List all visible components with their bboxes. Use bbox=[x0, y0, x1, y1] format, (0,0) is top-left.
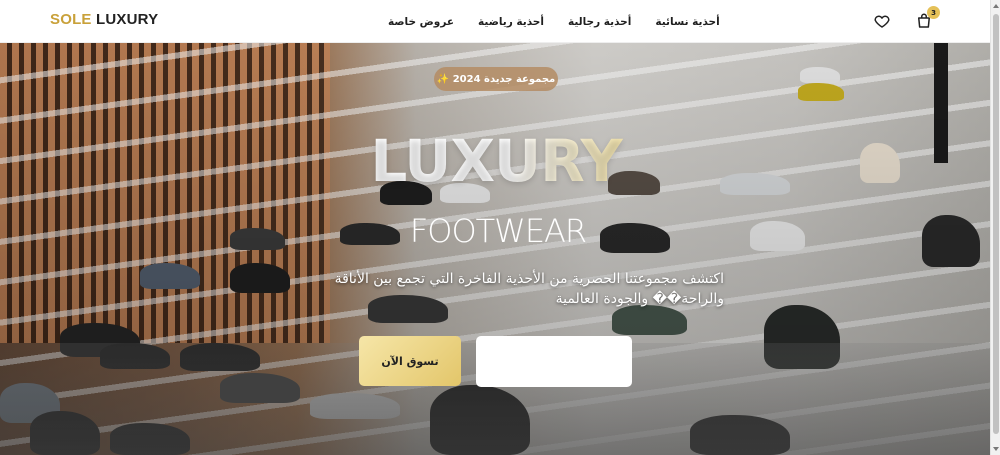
nav-icons: 3 bbox=[873, 6, 940, 30]
scrollbar-thumb[interactable] bbox=[993, 14, 999, 434]
hero-subtitle: FOOTWEAR bbox=[409, 212, 587, 250]
hero-title: LUXURY bbox=[360, 129, 632, 193]
nav-link-women[interactable]: أحذية نسائية bbox=[655, 16, 719, 28]
shop-now-button[interactable]: تسوق الآن bbox=[359, 336, 461, 386]
logo[interactable]: SOLE LUXURY bbox=[50, 11, 158, 28]
logo-part-luxury: LUXURY bbox=[91, 11, 159, 28]
new-collection-badge: مجموعة جديدة 2024 ✨ bbox=[434, 67, 558, 91]
page-scrollbar[interactable] bbox=[990, 0, 1000, 455]
hero-description: اكتشف مجموعتنا الحصرية من الأحذية الفاخر… bbox=[334, 271, 724, 307]
nav-link-offers[interactable]: عروض خاصة bbox=[388, 16, 454, 28]
cart-button[interactable]: 3 bbox=[915, 6, 940, 30]
nav-links: عروض خاصة أحذية رياضية أحذية رجالية أحذي… bbox=[388, 0, 720, 43]
scroll-down-arrow-icon[interactable] bbox=[993, 447, 999, 451]
logo-part-sole: SOLE bbox=[50, 11, 92, 28]
nav-link-sports[interactable]: أحذية رياضية bbox=[478, 16, 544, 28]
hero-section: مجموعة جديدة 2024 ✨ LUXURY FOOTWEAR اكتش… bbox=[0, 43, 990, 455]
secondary-button[interactable] bbox=[476, 336, 632, 387]
nav-link-men[interactable]: أحذية رجالية bbox=[568, 16, 631, 28]
heart-icon[interactable] bbox=[873, 12, 891, 30]
navbar: SOLE LUXURY عروض خاصة أحذية رياضية أحذية… bbox=[0, 0, 990, 43]
scroll-up-arrow-icon[interactable] bbox=[993, 4, 999, 8]
cart-count-badge: 3 bbox=[927, 6, 940, 19]
